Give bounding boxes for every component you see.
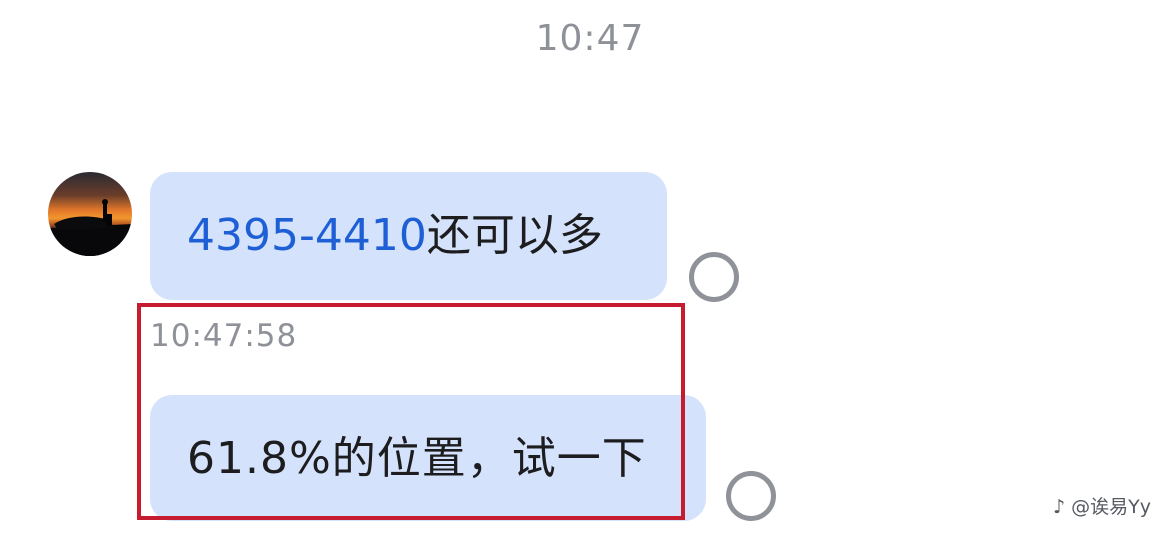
avatar[interactable] [48, 172, 132, 256]
time-divider: 10:47 [535, 18, 645, 59]
message-status-icon [689, 252, 739, 302]
message-bubble[interactable]: 4395-4410还可以多 [150, 172, 667, 300]
avatar-sunset-image [48, 172, 132, 256]
message-bubble[interactable]: 61.8%的位置，试一下 [150, 395, 706, 521]
message-status-icon [726, 471, 776, 521]
message-text-rest: 还可以多 [426, 210, 603, 261]
watermark: ♪ @诶易Yy [1052, 496, 1151, 518]
message-link[interactable]: 4395-4410 [187, 210, 427, 261]
message-text: 61.8%的位置，试一下 [187, 433, 647, 484]
message-timestamp: 10:47:58 [150, 318, 298, 354]
message-text: 4395-4410还可以多 [187, 210, 603, 262]
